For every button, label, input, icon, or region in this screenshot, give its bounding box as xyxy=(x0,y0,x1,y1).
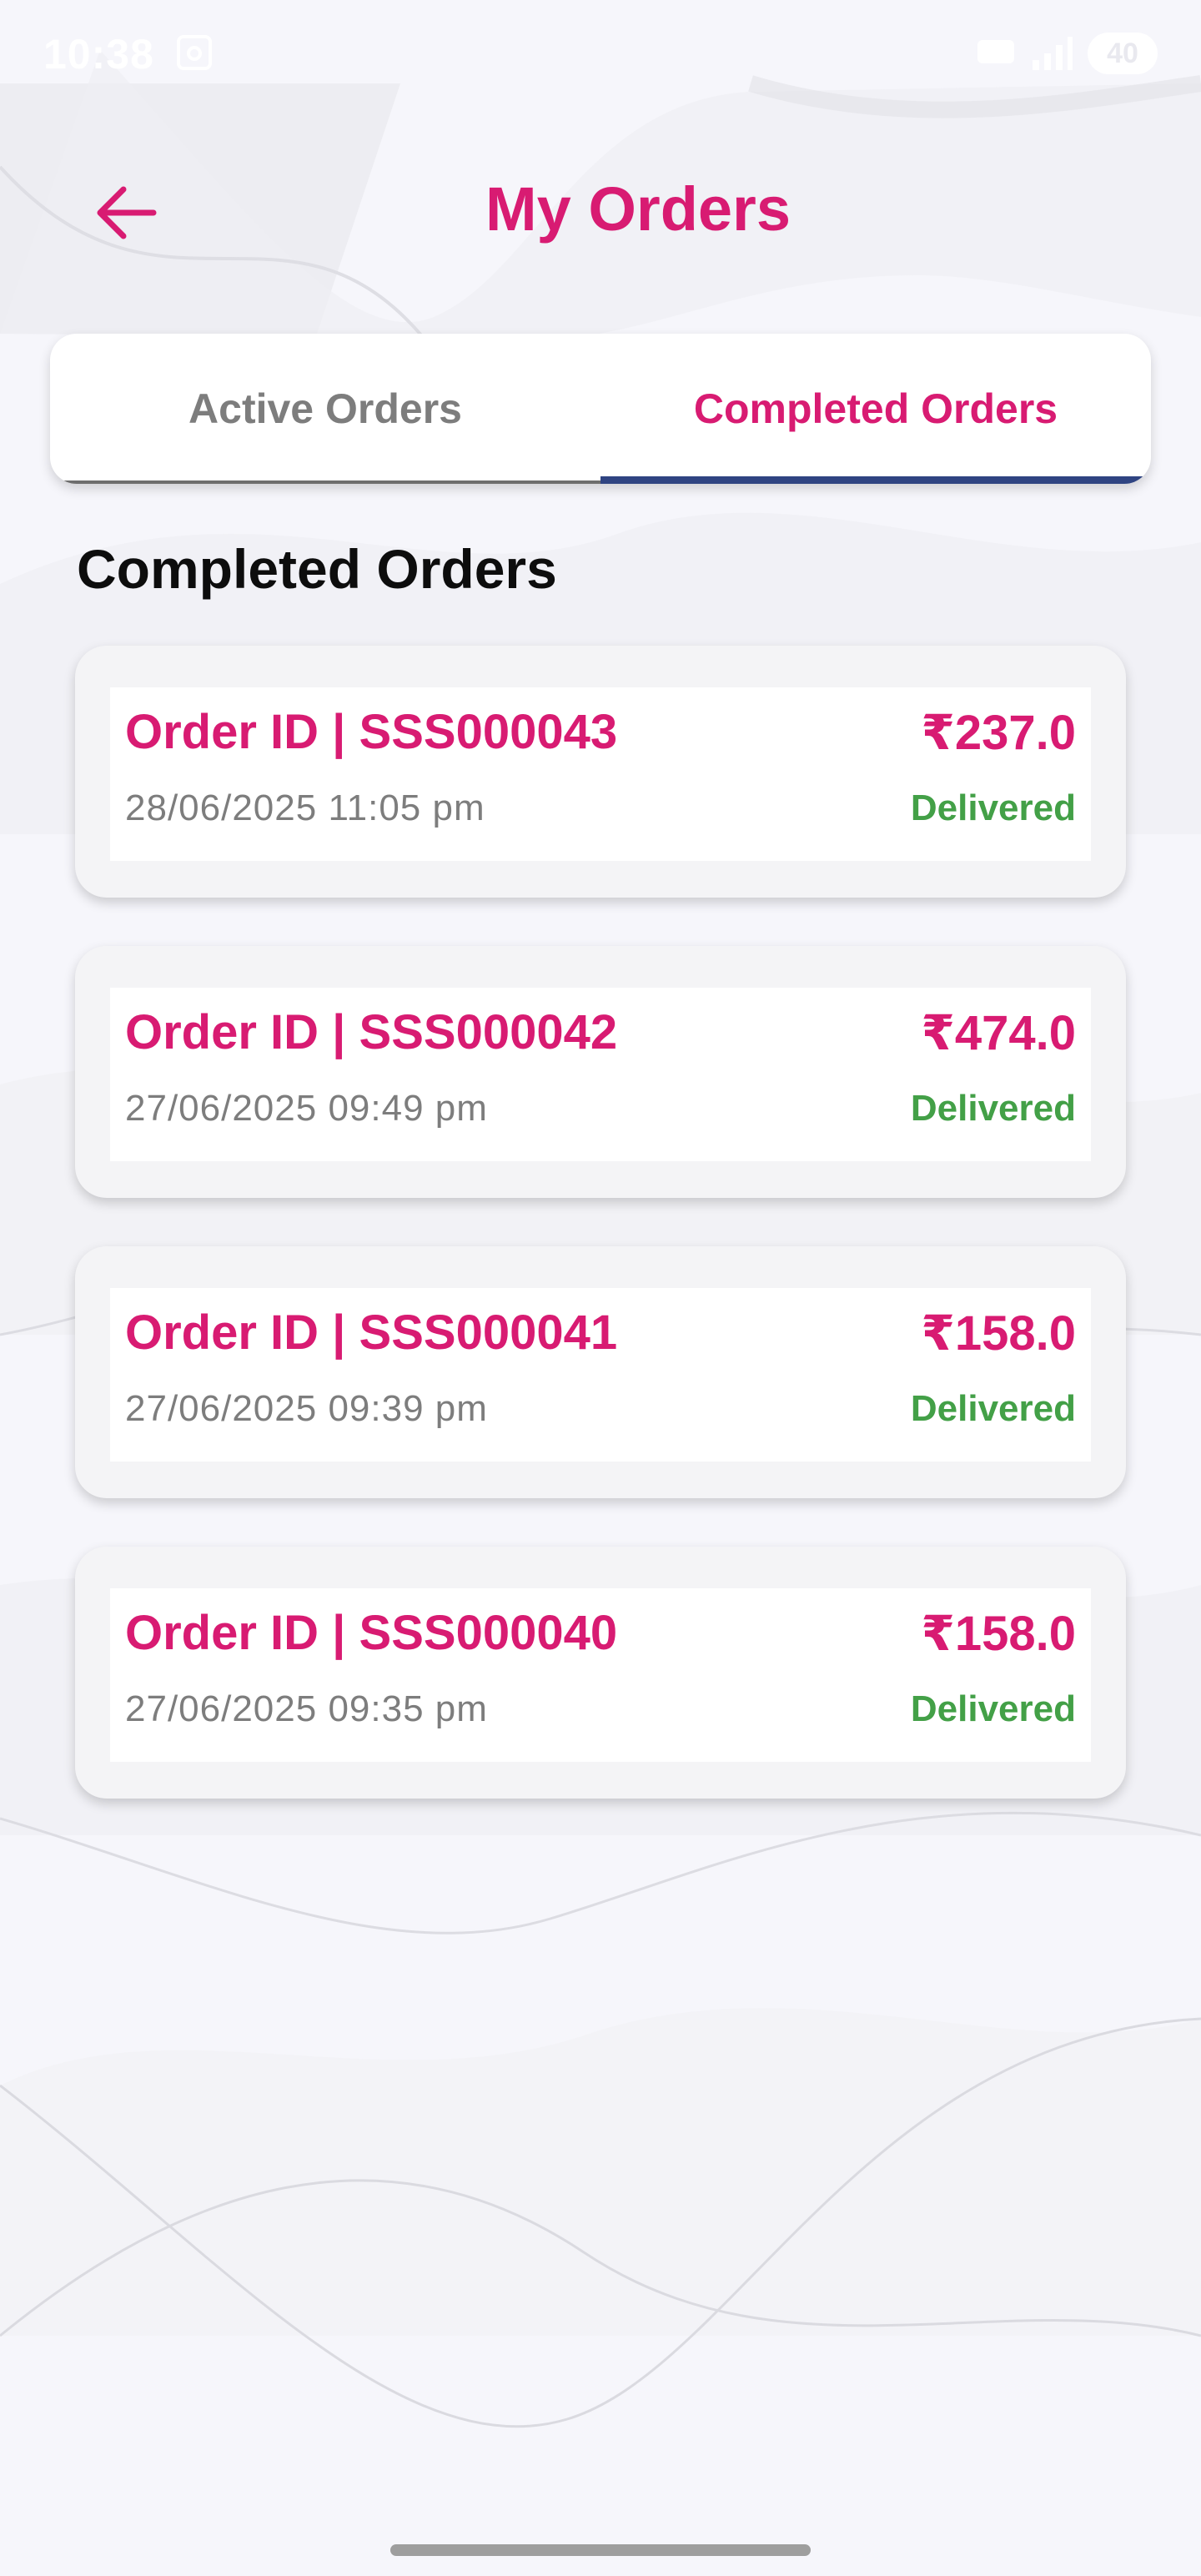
order-card-body: Order ID | SSS000041 ₹158.0 27/06/2025 0… xyxy=(110,1288,1091,1462)
order-date: 27/06/2025 09:39 pm xyxy=(125,1388,488,1429)
order-date: 27/06/2025 09:49 pm xyxy=(125,1088,488,1129)
order-amount: ₹158.0 xyxy=(921,1607,1077,1661)
home-indicator[interactable] xyxy=(390,2544,811,2556)
tab-completed-orders[interactable]: Completed Orders xyxy=(600,334,1151,484)
order-id: Order ID | SSS000043 xyxy=(125,705,618,759)
order-card-body: Order ID | SSS000042 ₹474.0 27/06/2025 0… xyxy=(110,988,1091,1161)
order-id: Order ID | SSS000041 xyxy=(125,1306,618,1360)
signal-icon xyxy=(1033,37,1073,70)
orders-list: Order ID | SSS000043 ₹237.0 28/06/2025 1… xyxy=(75,646,1126,1847)
tab-label: Completed Orders xyxy=(693,385,1058,432)
status-time: 10:38 xyxy=(43,31,154,78)
tab-label: Active Orders xyxy=(188,385,462,432)
order-amount: ₹158.0 xyxy=(921,1306,1077,1361)
page-title: My Orders xyxy=(485,174,791,244)
order-status: Delivered xyxy=(910,1688,1076,1729)
order-card-body: Order ID | SSS000043 ₹237.0 28/06/2025 1… xyxy=(110,687,1091,861)
tab-active-orders[interactable]: Active Orders xyxy=(50,334,600,484)
tab-active-indicator xyxy=(600,476,1151,484)
order-card[interactable]: Order ID | SSS000041 ₹158.0 27/06/2025 0… xyxy=(75,1246,1126,1498)
status-icons: 40 xyxy=(976,32,1158,75)
order-date: 27/06/2025 09:35 pm xyxy=(125,1688,488,1729)
order-status: Delivered xyxy=(910,1388,1076,1429)
tab-underline xyxy=(50,480,600,484)
orders-tabs: Active Orders Completed Orders xyxy=(50,334,1151,484)
order-amount: ₹474.0 xyxy=(921,1006,1077,1060)
order-status: Delivered xyxy=(910,1088,1076,1129)
order-id: Order ID | SSS000042 xyxy=(125,1005,618,1059)
section-heading: Completed Orders xyxy=(77,538,557,600)
order-card-body: Order ID | SSS000040 ₹158.0 27/06/2025 0… xyxy=(110,1588,1091,1762)
screenshot-icon xyxy=(177,35,212,70)
status-bar: 10:38 40 xyxy=(0,0,1201,108)
order-date: 28/06/2025 11:05 pm xyxy=(125,787,485,828)
order-card[interactable]: Order ID | SSS000042 ₹474.0 27/06/2025 0… xyxy=(75,946,1126,1198)
app-header: My Orders xyxy=(0,150,1201,267)
order-id: Order ID | SSS000040 xyxy=(125,1606,618,1660)
order-amount: ₹237.0 xyxy=(921,706,1077,760)
battery-indicator: 40 xyxy=(1088,33,1158,74)
volte-icon xyxy=(977,40,1014,63)
order-card[interactable]: Order ID | SSS000040 ₹158.0 27/06/2025 0… xyxy=(75,1547,1126,1799)
order-card[interactable]: Order ID | SSS000043 ₹237.0 28/06/2025 1… xyxy=(75,646,1126,898)
order-status: Delivered xyxy=(910,787,1076,828)
